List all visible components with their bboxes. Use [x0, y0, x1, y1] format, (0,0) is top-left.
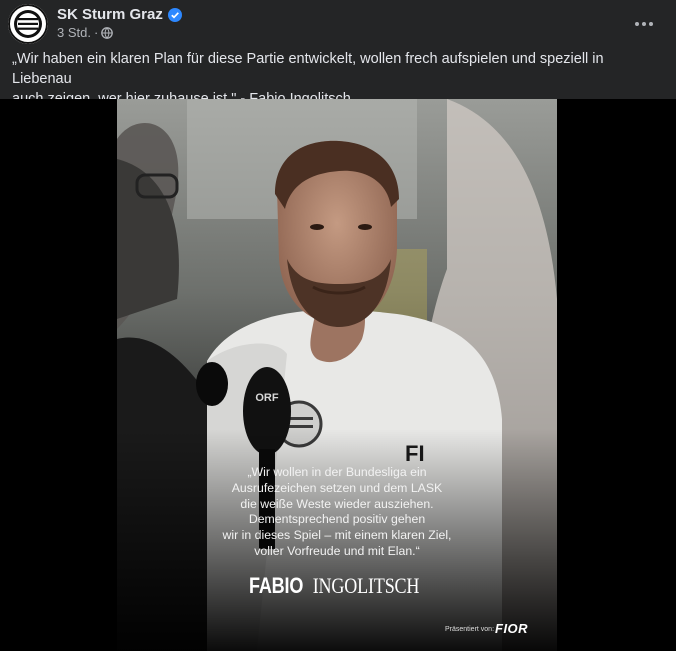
post-header: SK Sturm Graz 3 Std. · [0, 0, 676, 48]
more-dots-icon [635, 22, 653, 26]
sponsor-logo: FIOR [495, 621, 529, 636]
player-last-name: INGOLITSCH [312, 573, 420, 598]
page-name[interactable]: SK Sturm Graz [57, 6, 163, 23]
more-options-button[interactable] [628, 8, 660, 40]
globe-icon[interactable] [101, 26, 114, 39]
verified-badge-icon [167, 7, 182, 22]
quote-text: „Wir wollen in der Bundesliga ein Ausruf… [222, 465, 452, 558]
page-avatar[interactable] [8, 4, 48, 44]
page-name-link[interactable]: SK Sturm Graz [57, 6, 182, 23]
player-name: FABIO INGOLITSCH [117, 573, 557, 599]
quote-graphic[interactable]: FI ORF „Wir wollen in der Bundesliga ein… [117, 99, 557, 651]
post-meta: 3 Std. · [57, 25, 114, 40]
meta-separator: · [93, 25, 99, 40]
player-first-name: FABIO [248, 573, 304, 598]
sturm-graz-crest-icon [8, 4, 48, 44]
player-photo: FI ORF [117, 99, 557, 651]
presented-by-label: Präsentiert von: [445, 626, 495, 633]
post-media[interactable]: FI ORF „Wir wollen in der Bundesliga ein… [0, 99, 676, 651]
mic-logo: ORF [255, 392, 279, 404]
post-timestamp[interactable]: 3 Std. [57, 25, 91, 40]
